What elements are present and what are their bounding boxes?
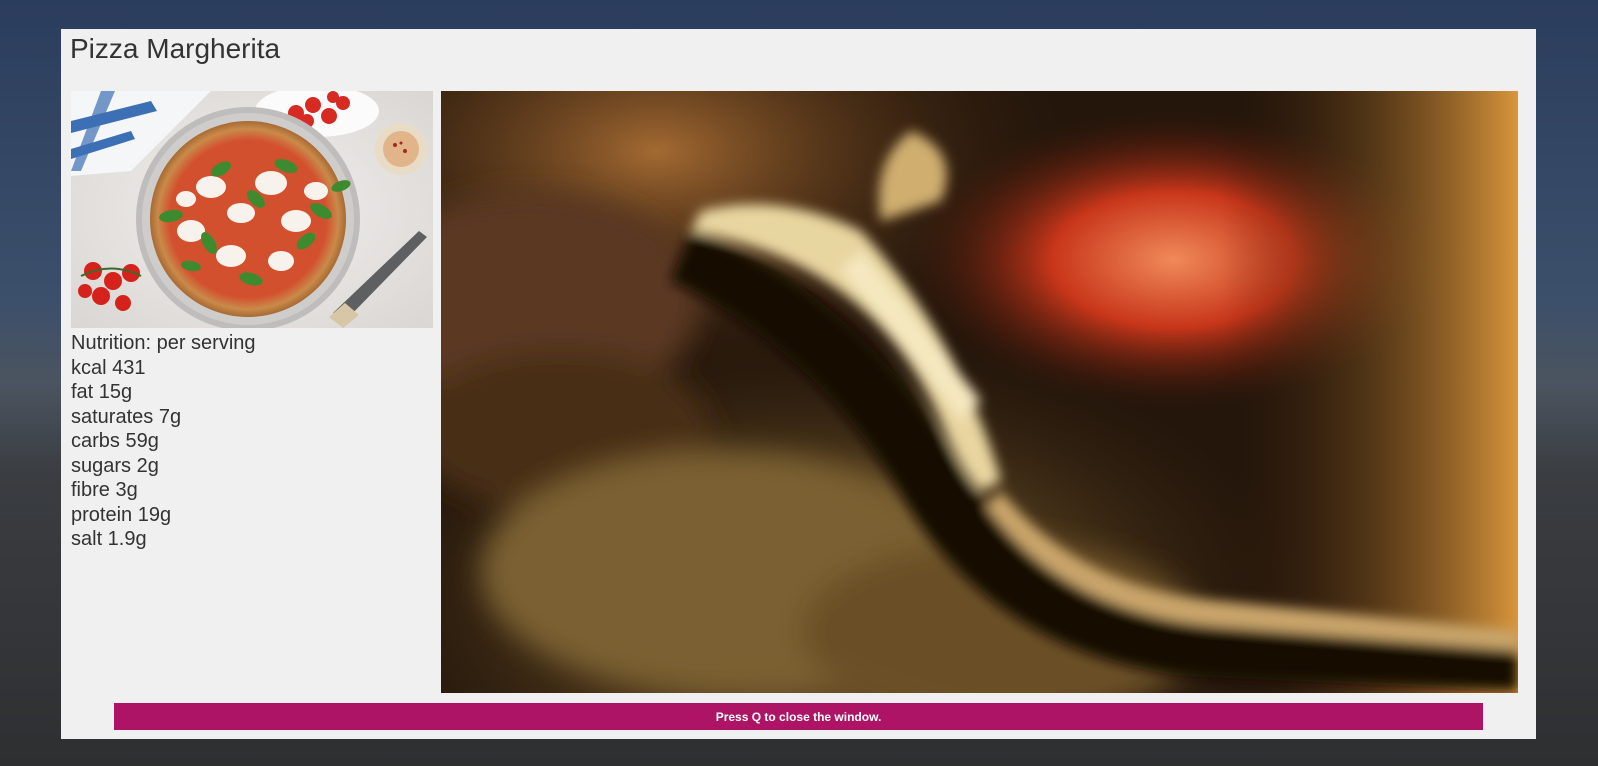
- nutrition-item-sugars: sugars 2g: [71, 454, 159, 477]
- status-message: Press Q to close the window.: [715, 709, 882, 724]
- nutrition-item-kcal: kcal 431: [71, 356, 146, 379]
- nutrition-item-saturates: saturates 7g: [71, 405, 182, 428]
- video-frame-icon: [441, 91, 1518, 693]
- nutrition-item-salt: salt 1.9g: [71, 528, 147, 550]
- status-bar: Press Q to close the window.: [114, 703, 1483, 730]
- pizza-image-icon: [71, 91, 433, 328]
- pizza-photo: [71, 91, 433, 328]
- nutrition-item-fibre: fibre 3g: [71, 479, 138, 501]
- nutrition-item-protein: protein 19g: [71, 503, 172, 526]
- nutrition-item-fat: fat 15g: [71, 381, 133, 403]
- recipe-window: Pizza Margherita Nutrition: per serving …: [61, 29, 1536, 739]
- window-title: Pizza Margherita: [70, 33, 281, 64]
- nutrition-panel: Nutrition: per serving kcal 431 fat 15g …: [71, 331, 431, 552]
- nutrition-item-carbs: carbs 59g: [71, 430, 159, 452]
- nutrition-heading: Nutrition: per serving: [71, 332, 256, 354]
- cooking-video[interactable]: [441, 91, 1518, 693]
